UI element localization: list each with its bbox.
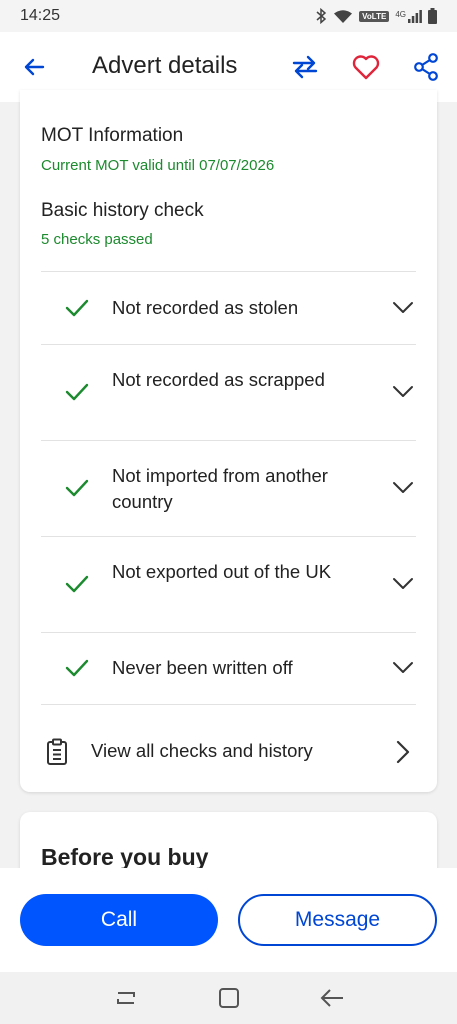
home-button[interactable] bbox=[215, 984, 243, 1012]
chevron-down-icon bbox=[391, 296, 415, 320]
status-time: 14:25 bbox=[20, 7, 61, 24]
before-you-buy-title: Before you buy bbox=[41, 844, 209, 870]
check-row-exported[interactable]: Not exported out of the UK bbox=[41, 537, 416, 632]
heart-icon bbox=[352, 55, 380, 80]
chevron-down-icon bbox=[391, 476, 415, 500]
system-nav-bar bbox=[0, 972, 457, 1024]
page-title: Advert details bbox=[92, 52, 238, 79]
favourite-button[interactable] bbox=[350, 52, 382, 82]
view-all-checks-link[interactable]: View all checks and history bbox=[41, 722, 416, 782]
arrow-left-icon bbox=[24, 58, 45, 76]
check-label: Never been written off bbox=[112, 657, 293, 678]
signal-icon bbox=[408, 10, 422, 23]
volte-badge: VoLTE bbox=[359, 10, 390, 22]
bluetooth-icon bbox=[316, 8, 327, 24]
compare-button[interactable] bbox=[289, 52, 321, 82]
message-button[interactable]: Message bbox=[238, 894, 437, 946]
divider bbox=[41, 704, 416, 705]
share-icon bbox=[414, 53, 438, 81]
share-button[interactable] bbox=[410, 52, 442, 82]
history-check-title: Basic history check bbox=[41, 200, 204, 221]
check-label: Not recorded as scrapped bbox=[112, 369, 325, 390]
check-label: Not exported out of the UK bbox=[112, 561, 332, 582]
check-tick-icon bbox=[63, 654, 91, 682]
check-tick-icon bbox=[63, 570, 91, 598]
view-all-label: View all checks and history bbox=[91, 740, 313, 761]
back-arrow-icon bbox=[320, 989, 343, 1007]
chevron-down-icon bbox=[391, 380, 415, 404]
chevron-down-icon bbox=[391, 656, 415, 680]
bottom-action-bar: Call Message bbox=[0, 868, 457, 972]
check-tick-icon bbox=[63, 474, 91, 502]
recent-apps-button[interactable] bbox=[112, 984, 140, 1012]
home-square-icon bbox=[219, 988, 239, 1008]
status-bar: 14:25 VoLTE 4G bbox=[0, 0, 457, 32]
check-tick-icon bbox=[63, 378, 91, 406]
check-row-stolen[interactable]: Not recorded as stolen bbox=[41, 272, 416, 344]
vehicle-history-card: MOT Information Current MOT valid until … bbox=[20, 90, 437, 792]
mot-title: MOT Information bbox=[41, 125, 184, 146]
swap-arrows-icon bbox=[292, 55, 318, 79]
check-row-written-off[interactable]: Never been written off bbox=[41, 633, 416, 704]
clipboard-icon bbox=[47, 738, 67, 765]
status-icons: VoLTE 4G bbox=[315, 8, 437, 24]
check-row-scrapped[interactable]: Not recorded as scrapped bbox=[41, 345, 416, 440]
check-tick-icon bbox=[63, 294, 91, 322]
check-row-imported[interactable]: Not imported from another country bbox=[41, 441, 416, 536]
battery-icon bbox=[428, 8, 437, 24]
chevron-down-icon bbox=[391, 572, 415, 596]
check-label: Not recorded as stolen bbox=[112, 297, 299, 318]
history-check-summary: 5 checks passed bbox=[41, 231, 153, 248]
mot-status: Current MOT valid until 07/07/2026 bbox=[41, 157, 275, 174]
recent-apps-icon bbox=[117, 992, 135, 1004]
back-button[interactable] bbox=[20, 53, 48, 81]
network-type: 4G bbox=[395, 10, 406, 19]
system-back-button[interactable] bbox=[318, 984, 346, 1012]
call-button[interactable]: Call bbox=[20, 894, 218, 946]
check-label: Not imported from another country bbox=[112, 465, 328, 512]
chevron-right-icon bbox=[396, 740, 410, 764]
wifi-icon bbox=[334, 9, 353, 23]
